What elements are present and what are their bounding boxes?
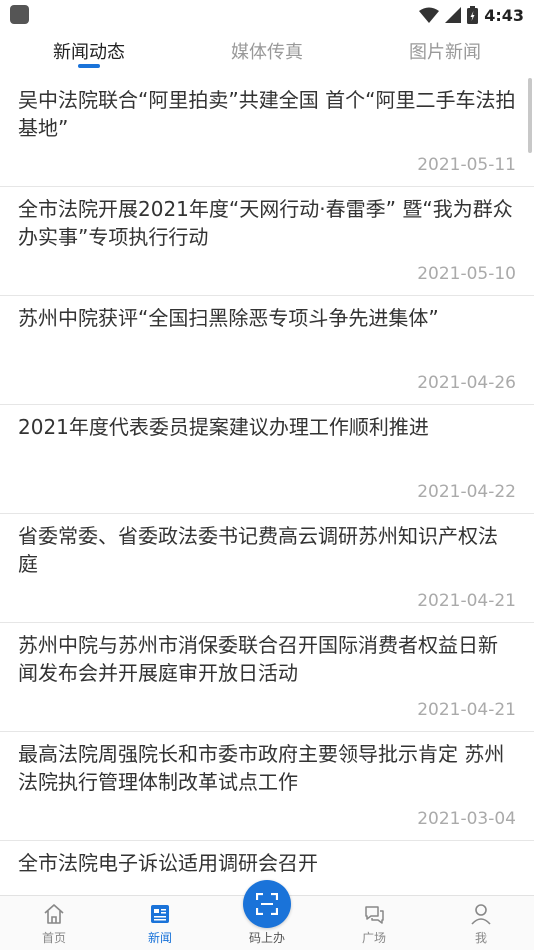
scrollbar[interactable] xyxy=(528,78,532,153)
news-date: 2021-05-10 xyxy=(417,264,516,284)
news-icon xyxy=(151,905,169,923)
news-date: 2021-04-21 xyxy=(417,700,516,720)
news-date: 2021-05-11 xyxy=(417,155,516,175)
tab-photo-news[interactable]: 图片新闻 xyxy=(395,38,495,78)
news-title: 苏州中院与苏州市消保委联合召开国际消费者权益日新闻发布会并开展庭审开放日活动 xyxy=(18,633,498,685)
news-title: 省委常委、省委政法委书记费高云调研苏州知识产权法庭 xyxy=(18,524,498,576)
signal-icon xyxy=(445,7,462,23)
nav-news[interactable]: 新闻 xyxy=(120,896,200,950)
news-date: 2021-03-04 xyxy=(417,809,516,829)
news-item[interactable]: 2021年度代表委员提案建议办理工作顺利推进 2021-04-22 xyxy=(0,405,534,514)
news-title: 全市法院开展2021年度“天网行动·春雷季” 暨“我为群众办实事”专项执行行动 xyxy=(18,197,513,249)
status-time: 4:43 xyxy=(484,5,524,25)
news-title: 2021年度代表委员提案建议办理工作顺利推进 xyxy=(18,415,429,439)
nav-home-label: 首页 xyxy=(41,931,66,945)
active-tab-indicator xyxy=(78,64,100,68)
news-date: 2021-04-21 xyxy=(417,591,516,611)
user-icon xyxy=(471,904,491,925)
news-list: 吴中法院联合“阿里拍卖”共建全国 首个“阿里二手车法拍基地” 2021-05-1… xyxy=(0,78,534,895)
news-title: 吴中法院联合“阿里拍卖”共建全国 首个“阿里二手车法拍基地” xyxy=(18,88,516,140)
news-item[interactable]: 全市法院开展2021年度“天网行动·春雷季” 暨“我为群众办实事”专项执行行动 … xyxy=(0,187,534,296)
news-item[interactable]: 省委常委、省委政法委书记费高云调研苏州知识产权法庭 2021-04-21 xyxy=(0,514,534,623)
battery-icon xyxy=(467,6,479,24)
news-item[interactable]: 苏州中院与苏州市消保委联合召开国际消费者权益日新闻发布会并开展庭审开放日活动 2… xyxy=(0,623,534,732)
nav-home[interactable]: 首页 xyxy=(14,896,94,950)
tab-news-updates[interactable]: 新闻动态 xyxy=(39,38,139,78)
nav-news-label: 新闻 xyxy=(147,931,172,945)
chat-icon xyxy=(365,906,384,924)
news-date: 2021-04-22 xyxy=(417,482,516,502)
scan-button[interactable] xyxy=(243,880,291,928)
nav-me[interactable]: 我 xyxy=(441,896,521,950)
app-notification-icon xyxy=(10,5,29,24)
home-icon xyxy=(44,904,64,924)
status-indicators: 4:43 xyxy=(419,4,524,26)
tab-media[interactable]: 媒体传真 xyxy=(217,38,317,78)
nav-square[interactable]: 广场 xyxy=(334,896,414,950)
news-item[interactable]: 最高法院周强院长和市委市政府主要领导批示肯定 苏州法院执行管理体制改革试点工作 … xyxy=(0,732,534,841)
nav-square-label: 广场 xyxy=(361,931,386,945)
status-bar: 4:43 xyxy=(0,0,534,30)
news-title: 最高法院周强院长和市委市政府主要领导批示肯定 苏州法院执行管理体制改革试点工作 xyxy=(18,742,505,794)
scan-label: 码上办 xyxy=(248,931,285,945)
tab-bar: 新闻动态 媒体传真 图片新闻 xyxy=(0,38,534,78)
scan-icon xyxy=(256,893,278,915)
nav-me-label: 我 xyxy=(474,931,487,945)
news-title: 苏州中院获评“全国扫黑除恶专项斗争先进集体” xyxy=(18,306,439,330)
news-date: 2021-04-26 xyxy=(417,373,516,393)
news-item[interactable]: 苏州中院获评“全国扫黑除恶专项斗争先进集体” 2021-04-26 xyxy=(0,296,534,405)
wifi-icon xyxy=(419,7,440,23)
news-item[interactable]: 吴中法院联合“阿里拍卖”共建全国 首个“阿里二手车法拍基地” 2021-05-1… xyxy=(0,78,534,187)
